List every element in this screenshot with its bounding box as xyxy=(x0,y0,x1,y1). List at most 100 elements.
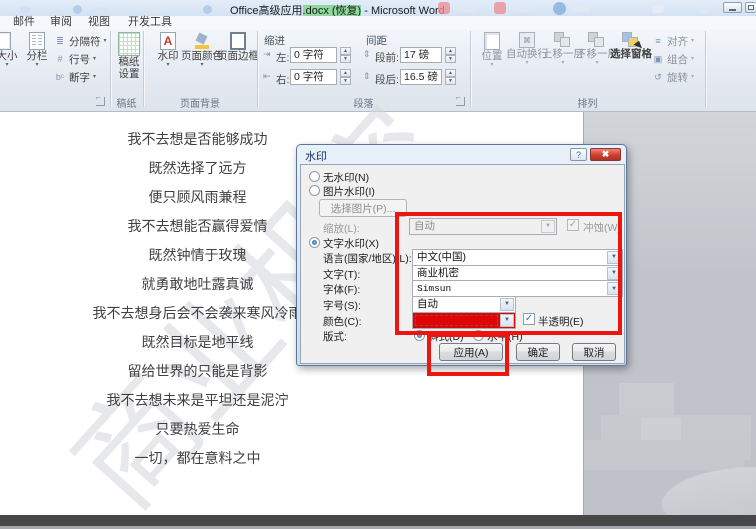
chevron-down-icon: ▾ xyxy=(5,62,9,68)
minimize-button[interactable] xyxy=(723,2,742,13)
send-backward-icon xyxy=(588,32,606,48)
page-color-button[interactable]: 页面颜色 ▾ xyxy=(181,32,223,68)
minimize-icon xyxy=(729,8,736,11)
breaks-button[interactable]: ≣ 分隔符 ▾ xyxy=(54,34,107,48)
paragraph-dialog-launcher[interactable] xyxy=(456,93,465,106)
page-setup-dialog-launcher[interactable] xyxy=(96,93,105,106)
page-size-icon xyxy=(0,32,11,50)
rotate-button[interactable]: ↺ 旋转 ▾ xyxy=(652,70,694,84)
annotation-box-fields xyxy=(395,212,622,335)
blurred-titlebar-icon xyxy=(553,2,566,15)
bring-forward-icon xyxy=(554,32,572,48)
indent-right-icon: ⇤ xyxy=(263,71,271,81)
radio-picture-watermark[interactable] xyxy=(309,185,320,196)
doc-line: 我不去想未来是平坦还是泥泞 xyxy=(106,391,289,408)
chevron-down-icon: ▾ xyxy=(691,55,695,62)
spacing-after-stepper[interactable]: ▲ ▼ xyxy=(445,69,456,85)
doc-line: 一切，都在意料之中 xyxy=(134,449,261,466)
manuscript-grid-icon xyxy=(118,32,140,56)
spacing-before-icon: ⇕ xyxy=(363,49,371,59)
hyphenation-button[interactable]: bᶜ 断字 ▾ xyxy=(54,70,96,84)
chevron-down-icon: ▾ xyxy=(93,55,97,62)
chevron-down-icon: ▾ xyxy=(166,62,170,68)
group-divider xyxy=(705,31,706,107)
columns-icon xyxy=(29,32,45,50)
radio-text-watermark[interactable] xyxy=(309,237,320,248)
chevron-down-icon: ▾ xyxy=(103,37,107,44)
spacing-after-icon: ⇕ xyxy=(363,71,371,81)
blurred-logo-block xyxy=(584,440,744,470)
group-label-arrange: 排列 xyxy=(577,99,598,110)
maximize-button[interactable] xyxy=(745,2,756,13)
spacing-before-input[interactable]: 17 磅 xyxy=(400,47,442,63)
blurred-qat-icon xyxy=(95,7,109,13)
help-icon: ? xyxy=(575,149,581,160)
bottom-dark-bar xyxy=(0,515,756,526)
send-backward-button[interactable]: 下移一层 ▾ xyxy=(576,32,618,66)
size-label: 字号(S): xyxy=(323,300,361,312)
dialog-title: 水印 xyxy=(305,151,327,163)
word-window: Office高级应用.docx (恢复) - Microsoft Word 邮件… xyxy=(0,0,756,529)
chevron-down-icon: ▾ xyxy=(691,73,695,80)
ok-button[interactable]: 确定 xyxy=(516,343,560,361)
bring-forward-button[interactable]: 上移一层 ▾ xyxy=(542,32,584,66)
chevron-down-icon: ▾ xyxy=(595,60,599,66)
tab-mailings[interactable]: 邮件 xyxy=(13,16,35,29)
chevron-down-icon: ▾ xyxy=(691,37,695,44)
indent-right-input[interactable]: 0 字符 xyxy=(290,69,337,85)
blurred-titlebar-icon xyxy=(512,6,530,12)
selection-pane-button[interactable]: 选择窗格 xyxy=(610,32,652,60)
indent-left-input[interactable]: 0 字符 xyxy=(290,47,337,63)
rotate-icon: ↺ xyxy=(654,71,662,82)
indent-left-label: 左: xyxy=(276,52,290,64)
columns-button[interactable]: 分栏 ▾ xyxy=(24,32,50,68)
chevron-down-icon: ▾ xyxy=(490,62,494,68)
select-picture-button[interactable]: 选择图片(P)... xyxy=(319,199,407,217)
cancel-button[interactable]: 取消 xyxy=(572,343,616,361)
help-button[interactable]: ? xyxy=(570,148,587,161)
line-numbers-icon: # xyxy=(57,54,63,64)
page-size-button[interactable]: 大小 ▾ xyxy=(0,32,20,68)
align-button[interactable]: ≡ 对齐 ▾ xyxy=(652,34,694,48)
spacing-title: 间距 xyxy=(366,35,387,47)
title-bar: Office高级应用.docx (恢复) - Microsoft Word xyxy=(0,0,756,17)
wrap-text-icon: ⌘ xyxy=(519,32,535,48)
wrap-text-button[interactable]: ⌘ 自动换行 ▾ xyxy=(506,32,548,66)
indent-right-label: 右: xyxy=(276,74,290,86)
position-button[interactable]: 位置 ▾ xyxy=(478,32,506,68)
page-border-icon xyxy=(230,32,246,50)
tab-developer[interactable]: 开发工具 xyxy=(128,16,172,29)
indent-right-stepper[interactable]: ▲ ▼ xyxy=(340,69,351,85)
selection-pane-icon xyxy=(622,32,644,52)
manuscript-setup-button[interactable]: 稿纸 设置 xyxy=(116,32,142,80)
blurred-qat-icon xyxy=(20,6,30,13)
radio-picture-watermark-label[interactable]: 图片水印(I) xyxy=(323,184,375,199)
blurred-titlebar-icon xyxy=(572,6,590,12)
chevron-down-icon: ▾ xyxy=(35,62,39,68)
close-button[interactable]: ✖ xyxy=(590,148,621,161)
scale-label: 缩放(L): xyxy=(323,223,360,235)
spacing-before-stepper[interactable]: ▲ ▼ xyxy=(445,47,456,63)
doc-line: 只要热爱生命 xyxy=(155,420,240,437)
close-icon: ✖ xyxy=(601,149,610,159)
hyphenation-icon: bᶜ xyxy=(55,72,65,82)
annotation-box-apply xyxy=(427,333,509,376)
blurred-titlebar-icon xyxy=(494,2,506,14)
radio-text-watermark-label[interactable]: 文字水印(X) xyxy=(323,236,379,251)
chevron-down-icon: ▾ xyxy=(93,73,97,80)
page-borders-button[interactable]: 页面边框 xyxy=(217,32,259,62)
indent-left-stepper[interactable]: ▲ ▼ xyxy=(340,47,351,63)
blurred-titlebar-icon xyxy=(652,5,664,13)
blurred-qat-icon xyxy=(147,7,163,13)
tab-review[interactable]: 审阅 xyxy=(50,16,72,29)
line-numbers-button[interactable]: # 行号 ▾ xyxy=(54,52,96,66)
indent-left-icon: ⇥ xyxy=(263,49,271,59)
watermark-icon: A xyxy=(160,32,176,50)
radio-no-watermark-label[interactable]: 无水印(N) xyxy=(323,170,369,185)
maximize-icon xyxy=(748,5,754,10)
tab-view[interactable]: 视图 xyxy=(88,16,110,29)
watermark-button[interactable]: A 水印 ▾ xyxy=(153,32,183,68)
group-button[interactable]: ▣ 组合 ▾ xyxy=(652,52,694,66)
group-label-manuscript: 稿纸 xyxy=(116,99,137,110)
radio-no-watermark[interactable] xyxy=(309,171,320,182)
